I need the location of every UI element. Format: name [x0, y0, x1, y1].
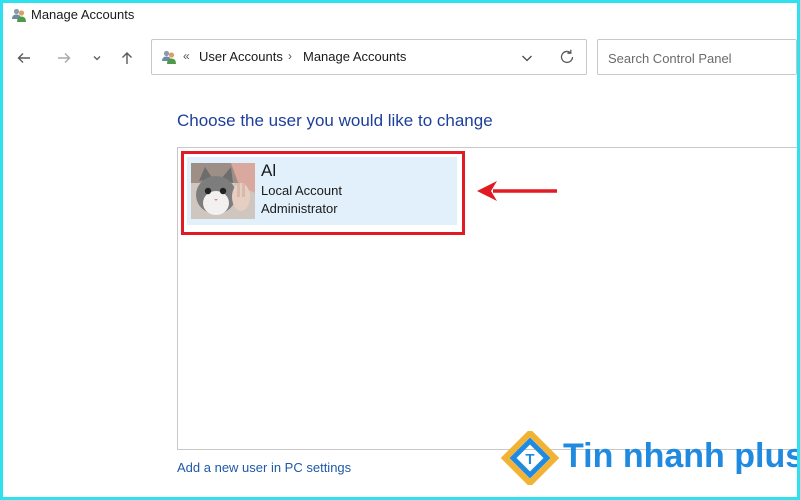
up-button[interactable] — [116, 47, 138, 69]
title-bar: Manage Accounts — [3, 3, 797, 29]
address-bar[interactable]: « User Accounts › Manage Accounts — [151, 39, 587, 75]
red-arrow-icon — [477, 181, 557, 201]
tin-nhanh-plus-logo-icon: T — [500, 428, 560, 488]
user-accounts-icon — [11, 7, 27, 23]
refresh-icon — [560, 49, 574, 64]
search-box[interactable] — [597, 39, 797, 75]
user-accounts-icon — [161, 49, 177, 65]
breadcrumb-manage-accounts[interactable]: Manage Accounts — [303, 49, 406, 64]
arrow-left-icon — [17, 53, 30, 63]
breadcrumb-separator[interactable]: › — [288, 49, 292, 63]
navigation-bar: « User Accounts › Manage Accounts — [3, 37, 797, 77]
page-heading: Choose the user you would like to change — [177, 111, 493, 130]
watermark: T Tin nhanh plus — [500, 428, 797, 488]
refresh-button[interactable] — [558, 48, 576, 66]
arrow-right-icon — [58, 53, 71, 63]
arrow-up-icon — [122, 52, 132, 64]
logo-letter: T — [525, 451, 534, 468]
add-new-user-link[interactable]: Add a new user in PC settings — [177, 460, 351, 475]
chevron-down-icon — [93, 56, 101, 61]
window-title: Manage Accounts — [31, 7, 135, 22]
breadcrumb-user-accounts[interactable]: User Accounts — [199, 49, 283, 64]
watermark-text: Tin nhanh plus — [563, 437, 797, 475]
address-dropdown-button[interactable] — [518, 49, 536, 67]
breadcrumb-overflow[interactable]: « — [183, 49, 190, 63]
red-highlight-box — [181, 151, 465, 235]
chevron-down-icon — [522, 55, 532, 62]
recent-locations-button[interactable] — [86, 47, 108, 69]
control-panel-window: Manage Accounts « User Accounts › Manage… — [3, 3, 797, 497]
forward-button[interactable] — [53, 47, 75, 69]
search-input[interactable] — [606, 48, 790, 68]
back-button[interactable] — [13, 47, 35, 69]
